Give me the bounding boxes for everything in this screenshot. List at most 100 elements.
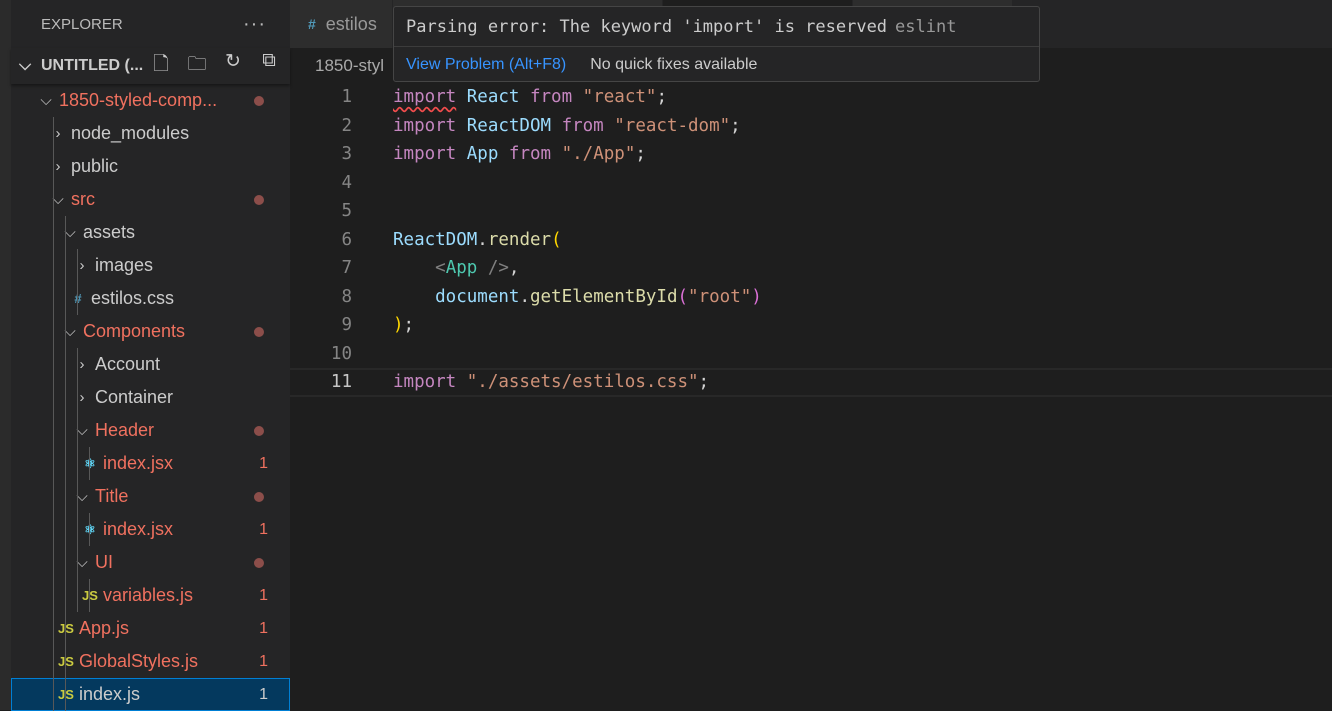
code-token: import bbox=[393, 87, 457, 108]
tree-item-label: index.js bbox=[79, 684, 141, 704]
tree-item[interactable]: ⌵ 1850-styled-comp... bbox=[11, 84, 290, 117]
code-token: ; bbox=[698, 372, 710, 393]
tree-item[interactable]: JS App.js 1 bbox=[11, 612, 290, 645]
tree-item[interactable]: › images bbox=[11, 249, 290, 282]
view-problem-link[interactable]: View Problem (Alt+F8) bbox=[406, 56, 566, 74]
code-line[interactable]: 11 import "./assets/estilos.css"; bbox=[290, 368, 1332, 397]
code-text: import "./assets/estilos.css"; bbox=[393, 372, 709, 392]
code-token: ; bbox=[635, 144, 646, 165]
indent-guide bbox=[65, 315, 66, 348]
line-number: 7 bbox=[341, 258, 352, 279]
js-file-icon: JS bbox=[58, 687, 74, 702]
code-line[interactable]: 8 document.getElementById("root") bbox=[290, 283, 1332, 312]
line-number: 10 bbox=[330, 343, 352, 364]
collapse-all-icon[interactable]: ⧉ bbox=[257, 50, 281, 82]
tree-item[interactable]: JS variables.js 1 bbox=[11, 579, 290, 612]
tree-item[interactable]: JS index.js 1 bbox=[11, 678, 290, 711]
tree-item[interactable]: ⌵ src bbox=[11, 183, 290, 216]
breadcrumb[interactable]: 1850-styl bbox=[315, 56, 384, 76]
tree-item[interactable]: ⌵ Title bbox=[11, 480, 290, 513]
indent-guide bbox=[89, 513, 90, 546]
tree-item-label: Container bbox=[95, 387, 174, 407]
problem-count-badge: 1 bbox=[259, 454, 268, 472]
tree-item[interactable]: ⚛ index.jsx 1 bbox=[11, 513, 290, 546]
problem-count-badge: 1 bbox=[259, 685, 268, 703]
code-token: ; bbox=[403, 315, 415, 336]
code-text: document.getElementById("root") bbox=[393, 287, 762, 307]
indent-guide bbox=[89, 579, 90, 612]
tree-item-label: Header bbox=[95, 420, 155, 440]
chevron-right-icon: › bbox=[55, 158, 61, 175]
chevron-right-icon: › bbox=[79, 389, 85, 406]
code-line[interactable]: 2 import ReactDOM from "react-dom"; bbox=[290, 112, 1332, 141]
tree-item[interactable]: › node_modules bbox=[11, 117, 290, 150]
code-line[interactable]: 9); bbox=[290, 311, 1332, 340]
new-file-icon[interactable]: 🗋 bbox=[149, 50, 173, 82]
ellipsis-icon[interactable]: ··· bbox=[243, 13, 266, 36]
tree-item[interactable]: ⚛ index.jsx 1 bbox=[11, 447, 290, 480]
indent-guide bbox=[53, 678, 54, 711]
code-token: React bbox=[456, 87, 530, 108]
tree-item[interactable]: #estilos.css bbox=[11, 282, 290, 315]
code-token: App bbox=[456, 144, 509, 165]
line-number: 9 bbox=[341, 315, 352, 336]
tree-item[interactable]: ⌵ assets bbox=[11, 216, 290, 249]
indent-guide bbox=[53, 216, 54, 249]
chevron-down-icon: ⌵ bbox=[76, 554, 88, 571]
js-file-icon: JS bbox=[58, 654, 74, 669]
tree-item-label: variables.js bbox=[103, 585, 194, 605]
css-file-icon: # bbox=[308, 16, 316, 32]
chevron-down-icon: ⌵ bbox=[64, 323, 76, 340]
tree-item[interactable]: ⌵ UI bbox=[11, 546, 290, 579]
tree-item[interactable]: › Account bbox=[11, 348, 290, 381]
indent-guide bbox=[65, 414, 66, 447]
indent-guide bbox=[77, 480, 78, 513]
code-token: ( bbox=[551, 229, 562, 250]
tree-item[interactable]: ⌵ Components bbox=[11, 315, 290, 348]
indent-guide bbox=[65, 447, 66, 480]
activity-bar-edge bbox=[0, 0, 11, 710]
code-line[interactable]: 4 bbox=[290, 169, 1332, 198]
code-text: import ReactDOM from "react-dom"; bbox=[393, 116, 741, 136]
code-token: "react" bbox=[572, 87, 657, 108]
code-editor[interactable]: 1 import React from "react"; 2 import React… bbox=[290, 83, 1332, 397]
tree-item[interactable]: ⌵ Header bbox=[11, 414, 290, 447]
indent-guide bbox=[77, 447, 78, 480]
tree-item[interactable]: › Container bbox=[11, 381, 290, 414]
code-line[interactable]: 5 bbox=[290, 197, 1332, 226]
chevron-down-icon: ⌵ bbox=[76, 488, 88, 505]
line-number: 5 bbox=[341, 201, 352, 222]
code-line[interactable]: 7 <App />, bbox=[290, 254, 1332, 283]
refresh-icon[interactable]: ↻ bbox=[221, 50, 245, 82]
tree-item[interactable]: JS GlobalStyles.js 1 bbox=[11, 645, 290, 678]
code-token: ReactDOM bbox=[456, 115, 562, 136]
workspace-header[interactable]: ⌵ UNTITLED (... 🗋 🗀 ↻ ⧉ bbox=[11, 48, 290, 84]
indent-guide bbox=[77, 348, 78, 381]
tree-item-label: Account bbox=[95, 354, 161, 374]
indent-guide bbox=[53, 381, 54, 414]
indent-guide bbox=[65, 348, 66, 381]
tree-item-label: index.jsx bbox=[103, 519, 174, 539]
line-number: 3 bbox=[341, 144, 352, 165]
code-token: ReactDOM bbox=[393, 229, 478, 250]
code-token: ) bbox=[751, 286, 762, 307]
code-line[interactable]: 1 import React from "react"; bbox=[290, 83, 1332, 112]
indent-guide bbox=[53, 513, 54, 546]
code-line[interactable]: 10 bbox=[290, 340, 1332, 369]
line-number: 6 bbox=[341, 229, 352, 250]
indent-guide bbox=[53, 150, 54, 183]
tree-item[interactable]: › public bbox=[11, 150, 290, 183]
tab[interactable]: # estilos bbox=[290, 0, 393, 48]
new-folder-icon[interactable]: 🗀 bbox=[185, 50, 209, 82]
code-line[interactable]: 6 ReactDOM.render( bbox=[290, 226, 1332, 255]
workspace-name: UNTITLED (... bbox=[41, 57, 144, 74]
indent-guide bbox=[53, 447, 54, 480]
indent-guide bbox=[53, 282, 54, 315]
code-token: ) bbox=[393, 315, 404, 336]
code-line[interactable]: 3 import App from "./App"; bbox=[290, 140, 1332, 169]
indent-guide bbox=[89, 447, 90, 480]
indent-guide bbox=[65, 282, 66, 315]
code-token: import bbox=[393, 372, 457, 393]
code-token: App bbox=[445, 258, 478, 279]
